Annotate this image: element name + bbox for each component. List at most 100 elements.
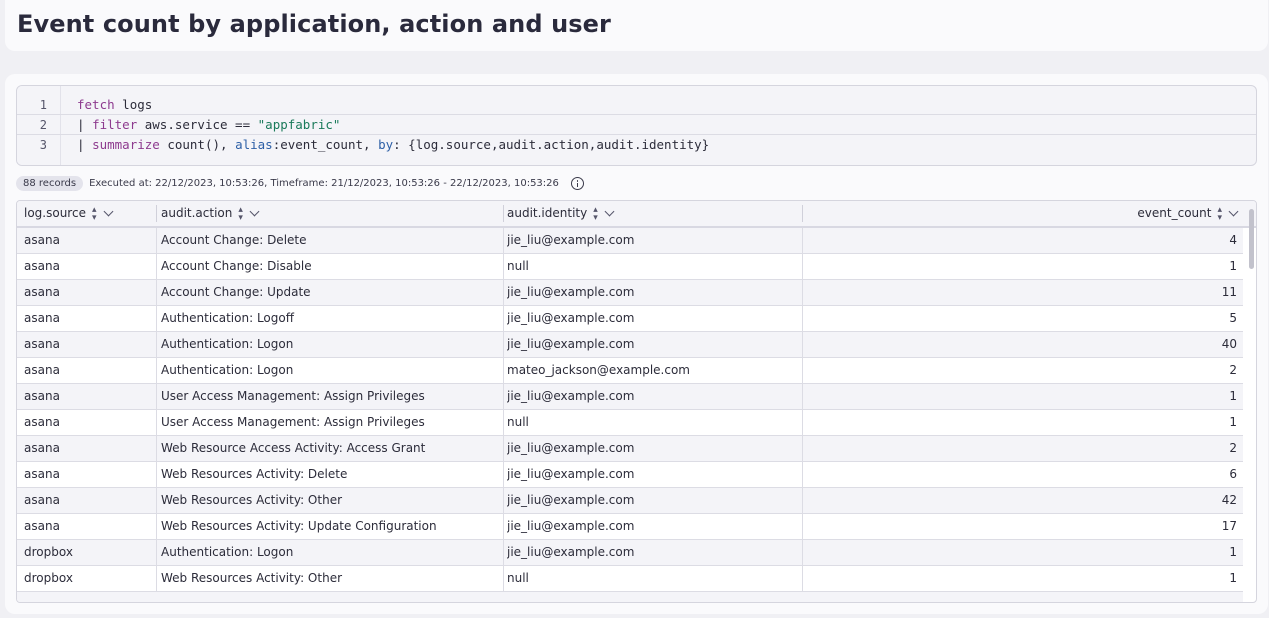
table-cell-audit-action[interactable]: Web Resources Activity: Other: [161, 488, 503, 513]
query-editor[interactable]: 1 fetch logs 2 | filter aws.service == "app…: [16, 85, 1257, 166]
table-cell-audit-identity[interactable]: jie_liu@example.com: [507, 540, 802, 565]
column-resize-handle[interactable]: [802, 205, 803, 222]
table-row[interactable]: asana Account Change: Update jie_liu@examp…: [17, 280, 1243, 306]
table-cell-event_count[interactable]: 17: [807, 514, 1237, 539]
table-cell-log-source[interactable]: asana: [24, 410, 156, 435]
column-resize-handle[interactable]: [156, 205, 157, 222]
table-cell-event_count[interactable]: 1: [807, 566, 1237, 591]
table-cell-event_count[interactable]: 40: [807, 332, 1237, 357]
code-text: | filter aws.service == "appfabric": [77, 115, 340, 135]
table-cell-log-source[interactable]: asana: [24, 332, 156, 357]
table-cell-event_count[interactable]: 1: [807, 384, 1237, 409]
chevron-down-icon[interactable]: [249, 206, 260, 217]
column-header-audit-identity[interactable]: audit.identity ▴ ▾: [507, 201, 797, 226]
code-line[interactable]: 1 fetch logs: [17, 95, 1256, 115]
table-cell-audit-action[interactable]: Web Resources Activity: Other: [161, 566, 503, 591]
table-row[interactable]: asana Account Change: Disable null 1: [17, 254, 1243, 280]
table-cell-audit-action[interactable]: Authentication: Logon: [161, 358, 503, 383]
table-row[interactable]: asana User Access Management: Assign Priv…: [17, 410, 1243, 436]
code-token: by: [378, 137, 394, 152]
table-row[interactable]: dropbox Authentication: Logon jie_liu@exam…: [17, 540, 1243, 566]
table-cell-log-source[interactable]: asana: [24, 306, 156, 331]
table-cell-audit-action[interactable]: Account Change: Disable: [161, 254, 503, 279]
table-cell-audit-action[interactable]: Web Resource Access Activity: Access Gra…: [161, 436, 503, 461]
table-cell-log-source[interactable]: asana: [24, 254, 156, 279]
table-cell-audit-action[interactable]: User Access Management: Assign Privilege…: [161, 384, 503, 409]
table-cell-audit-action[interactable]: Authentication: Logon: [161, 332, 503, 357]
column-header-audit-action[interactable]: audit.action ▴ ▾: [161, 201, 501, 226]
code-token: count(),: [159, 137, 236, 152]
table-row[interactable]: asana Authentication: Logoff jie_liu@examp…: [17, 306, 1243, 332]
table-cell-audit-identity[interactable]: null: [507, 410, 802, 435]
table-row[interactable]: asana Web Resources Activity: Delete jie_l…: [17, 462, 1243, 488]
table-cell-audit-identity[interactable]: jie_liu@example.com: [507, 306, 802, 331]
table-cell-audit-identity[interactable]: jie_liu@example.com: [507, 514, 802, 539]
table-cell-audit-identity[interactable]: jie_liu@example.com: [507, 384, 802, 409]
table-cell-log-source[interactable]: asana: [24, 228, 156, 253]
cell-divider: [156, 306, 157, 331]
table-cell-audit-identity[interactable]: null: [507, 254, 802, 279]
table-row[interactable]: asana User Access Management: Assign Priv…: [17, 384, 1243, 410]
table-cell-event_count[interactable]: 2: [807, 358, 1237, 383]
vertical-scrollbar[interactable]: [1249, 209, 1254, 269]
table-cell-audit-identity[interactable]: jie_liu@example.com: [507, 436, 802, 461]
table-cell-log-source[interactable]: asana: [24, 514, 156, 539]
code-line[interactable]: 3 | summarize count(), alias:event_count,…: [17, 135, 1256, 155]
table-cell-event_count[interactable]: 11: [807, 280, 1237, 305]
table-cell-audit-identity[interactable]: jie_liu@example.com: [507, 280, 802, 305]
table-cell-event_count[interactable]: 1: [807, 410, 1237, 435]
cell-divider: [503, 280, 504, 305]
column-resize-handle[interactable]: [503, 205, 504, 222]
table-cell-audit-action[interactable]: Authentication: Logoff: [161, 306, 503, 331]
table-cell-event_count[interactable]: 1: [807, 254, 1237, 279]
cell-divider: [802, 514, 803, 539]
table-cell-log-source[interactable]: asana: [24, 436, 156, 461]
chevron-down-icon[interactable]: [103, 206, 113, 217]
table-cell-audit-identity[interactable]: mateo_jackson@example.com: [507, 358, 802, 383]
table-cell-audit-action[interactable]: Account Change: Update: [161, 280, 503, 305]
table-cell-log-source[interactable]: asana: [24, 488, 156, 513]
table-cell-audit-identity[interactable]: jie_liu@example.com: [507, 332, 802, 357]
sort-icon[interactable]: ▴ ▾: [1217, 205, 1222, 222]
table-cell-audit-identity[interactable]: jie_liu@example.com: [507, 488, 802, 513]
column-header-log-source[interactable]: log.source ▴ ▾: [24, 201, 154, 226]
table-row[interactable]: asana Authentication: Logon jie_liu@exampl…: [17, 332, 1243, 358]
column-header-event-count[interactable]: event_count ▴ ▾: [807, 201, 1239, 226]
table-row-partial[interactable]: [17, 592, 1243, 602]
cell-divider: [156, 384, 157, 409]
code-line[interactable]: 2 | filter aws.service == "appfabric": [17, 115, 1256, 135]
table-cell-log-source[interactable]: asana: [24, 280, 156, 305]
table-cell-log-source[interactable]: dropbox: [24, 566, 156, 591]
table-cell-audit-action[interactable]: Web Resources Activity: Update Configura…: [161, 514, 503, 539]
sort-icon[interactable]: ▴ ▾: [92, 205, 97, 222]
table-cell-event_count[interactable]: 5: [807, 306, 1237, 331]
table-row[interactable]: asana Account Change: Delete jie_liu@examp…: [17, 228, 1243, 254]
table-cell-audit-identity[interactable]: null: [507, 566, 802, 591]
table-cell-audit-identity[interactable]: jie_liu@example.com: [507, 462, 802, 487]
table-cell-log-source[interactable]: asana: [24, 462, 156, 487]
table-cell-audit-action[interactable]: Authentication: Logon: [161, 540, 503, 565]
info-icon[interactable]: [570, 177, 584, 190]
table-cell-audit-action[interactable]: Account Change: Delete: [161, 228, 503, 253]
table-cell-log-source[interactable]: asana: [24, 358, 156, 383]
sort-icon[interactable]: ▴ ▾: [593, 205, 598, 222]
chevron-down-icon[interactable]: [604, 206, 615, 217]
table-cell-audit-identity[interactable]: jie_liu@example.com: [507, 228, 802, 253]
cell-divider: [156, 514, 157, 539]
table-cell-event_count[interactable]: 1: [807, 540, 1237, 565]
table-cell-event_count[interactable]: 2: [807, 436, 1237, 461]
chevron-down-icon[interactable]: [1228, 206, 1239, 217]
table-cell-audit-action[interactable]: User Access Management: Assign Privilege…: [161, 410, 503, 435]
table-cell-event_count[interactable]: 4: [807, 228, 1237, 253]
table-row[interactable]: asana Authentication: Logon mateo_jackson@…: [17, 358, 1243, 384]
table-row[interactable]: asana Web Resource Access Activity: Acces…: [17, 436, 1243, 462]
table-cell-audit-action[interactable]: Web Resources Activity: Delete: [161, 462, 503, 487]
table-cell-event_count[interactable]: 6: [807, 462, 1237, 487]
table-row[interactable]: asana Web Resources Activity: Update Conf…: [17, 514, 1243, 540]
sort-icon[interactable]: ▴ ▾: [238, 205, 243, 222]
table-cell-log-source[interactable]: asana: [24, 384, 156, 409]
table-cell-log-source[interactable]: dropbox: [24, 540, 156, 565]
table-row[interactable]: dropbox Web Resources Activity: Other null…: [17, 566, 1243, 592]
table-cell-event_count[interactable]: 42: [807, 488, 1237, 513]
table-row[interactable]: asana Web Resources Activity: Other jie_li…: [17, 488, 1243, 514]
